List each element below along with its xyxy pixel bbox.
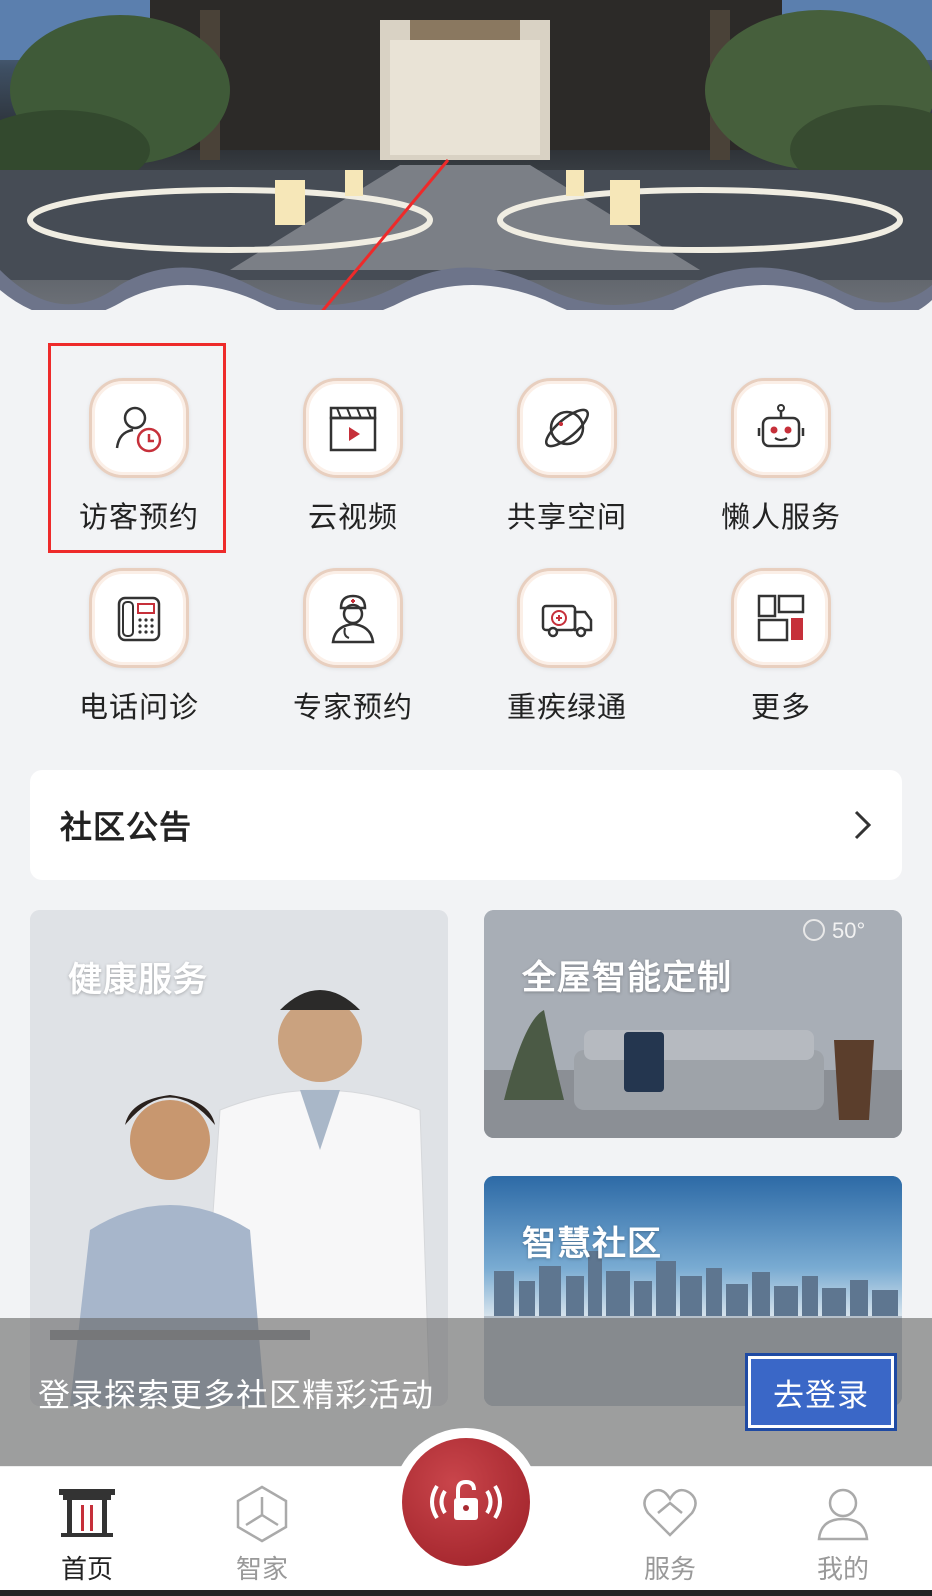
robot-icon: [731, 378, 831, 478]
grid-label: 云视频: [307, 500, 398, 534]
card-title: 全屋智能定制: [522, 958, 732, 998]
tab-label: 首页: [60, 1555, 113, 1585]
notice-title: 社区公告: [60, 808, 193, 846]
tab-smart-home[interactable]: 智家: [197, 1467, 327, 1596]
grid-item-visitor[interactable]: 访客预约: [30, 360, 248, 550]
smart-home-card-image: 50°: [484, 910, 902, 1138]
tab-label: 服务: [643, 1555, 696, 1585]
unlock-button[interactable]: [402, 1438, 530, 1566]
grid-label: 访客预约: [78, 500, 199, 534]
home-gate-icon: [59, 1489, 115, 1537]
card-title: 智慧社区: [522, 1224, 662, 1264]
hero-scene-image: [0, 0, 932, 310]
grid-label: 重疾绿通: [506, 690, 627, 724]
heart-icon: [643, 1488, 697, 1537]
bottom-edge: [0, 1590, 932, 1596]
svg-text:50°: 50°: [832, 918, 865, 943]
video-clapper-icon: [303, 378, 403, 478]
visitor-clock-icon: [89, 378, 189, 478]
unlock-signal-icon: [430, 1479, 502, 1520]
planet-icon: [517, 378, 617, 478]
tab-service[interactable]: 服务: [605, 1467, 735, 1596]
hexagon-house-icon: [236, 1485, 288, 1543]
grid-item-lazy-service[interactable]: 懒人服务: [672, 360, 890, 550]
grid-item-critical-illness[interactable]: 重疾绿通: [458, 550, 676, 740]
tab-label: 智家: [235, 1555, 288, 1585]
grid-label: 懒人服务: [720, 500, 841, 534]
card-title: 健康服务: [68, 960, 208, 1000]
login-prompt-text: 登录探索更多社区精彩活动: [38, 1376, 435, 1414]
login-button[interactable]: 去登录: [745, 1353, 897, 1431]
grid-item-cloud-video[interactable]: 云视频: [244, 360, 462, 550]
telephone-icon: [89, 568, 189, 668]
hero-banner[interactable]: [0, 0, 932, 310]
ambulance-icon: [517, 568, 617, 668]
chevron-right-icon: [854, 810, 872, 840]
community-notice-bar[interactable]: 社区公告: [30, 770, 902, 880]
grid-label: 专家预约: [292, 690, 413, 724]
grid-label: 共享空间: [506, 500, 627, 534]
doctor-icon: [303, 568, 403, 668]
grid-item-phone-consult[interactable]: 电话问诊: [30, 550, 248, 740]
tab-home[interactable]: 首页: [22, 1467, 152, 1596]
tab-mine[interactable]: 我的: [778, 1467, 908, 1596]
app-screen: 访客预约 云视频 共享空间 懒人服务 电话问诊 专家预约 重疾绿通 更多 社区公…: [0, 0, 932, 1596]
more-grid-icon: [731, 568, 831, 668]
grid-label: 更多: [750, 690, 811, 724]
grid-label: 电话问诊: [78, 690, 199, 724]
smart-home-card[interactable]: 50° 全屋智能定制: [484, 910, 902, 1138]
tab-label: 我的: [816, 1555, 869, 1585]
grid-item-more[interactable]: 更多: [672, 550, 890, 740]
grid-item-expert[interactable]: 专家预约: [244, 550, 462, 740]
user-icon: [817, 1488, 869, 1541]
grid-item-shared-space[interactable]: 共享空间: [458, 360, 676, 550]
